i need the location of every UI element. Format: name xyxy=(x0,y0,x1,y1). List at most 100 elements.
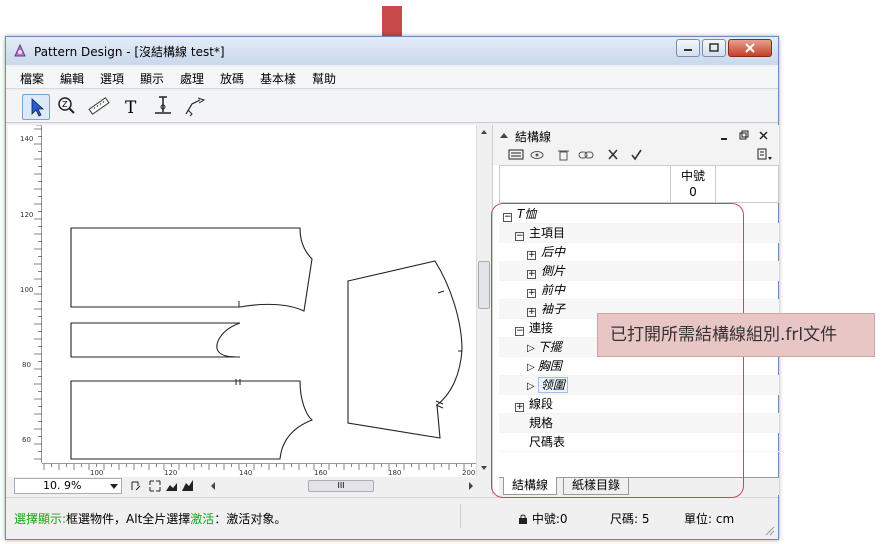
panel-menu-icon[interactable] xyxy=(755,146,775,164)
tree-row[interactable]: ▷ 领圍 xyxy=(499,376,779,395)
menu-view[interactable]: 顯示 xyxy=(140,70,164,87)
menu-options[interactable]: 選項 xyxy=(100,70,124,87)
list-view-icon xyxy=(508,149,524,160)
panel-minimize-icon xyxy=(721,138,727,140)
zoom-select[interactable]: 10. 9% xyxy=(14,478,122,494)
tree-row[interactable]: 尺碼表 xyxy=(499,433,779,452)
expand-icon[interactable]: + xyxy=(515,403,524,412)
scroll-right-icon[interactable] xyxy=(466,477,476,495)
app-icon xyxy=(14,43,26,57)
checkmark-icon xyxy=(631,149,642,161)
trash-icon xyxy=(558,150,569,161)
window-title: Pattern Design - [沒結構線 test*] xyxy=(34,45,225,59)
collapse-up-icon[interactable] xyxy=(499,130,509,140)
pattern-pieces xyxy=(70,227,463,460)
point-tool-icon xyxy=(185,97,206,117)
fullscreen-icon xyxy=(149,480,161,492)
lock-icon xyxy=(519,514,527,524)
resize-grip-icon[interactable] xyxy=(764,525,776,537)
point-tool-button[interactable] xyxy=(182,94,210,120)
select-arrow-icon xyxy=(31,98,45,117)
horizontal-ruler: 100 120 140 160 180 200 xyxy=(42,463,476,477)
zoom-icon: Z xyxy=(58,97,75,114)
tree-item-label: 連接 xyxy=(529,321,554,335)
tree-row[interactable]: + 后中 xyxy=(499,243,779,262)
maximize-icon xyxy=(709,43,719,52)
tree-row[interactable]: 規格 xyxy=(499,414,779,433)
text-tool-button[interactable]: T xyxy=(118,94,146,120)
pattern-piece-sleeve xyxy=(347,260,463,439)
tab-structure-lines[interactable]: 結構線 xyxy=(503,477,558,495)
svg-text:Z: Z xyxy=(62,100,68,109)
menu-process[interactable]: 處理 xyxy=(180,70,204,87)
horizontal-scroll-thumb[interactable]: III xyxy=(308,480,374,492)
status-hint: 選擇顯示:框選物件，Alt全片選擇激活：激活对象。 xyxy=(14,510,286,527)
panel-toolbar xyxy=(493,145,779,165)
title-bar: Pattern Design - [沒結構線 test*] xyxy=(6,37,778,65)
tree-row[interactable]: + 側片 xyxy=(499,262,779,281)
hruler-label-200: 200 xyxy=(462,469,476,477)
hruler-label-160: 160 xyxy=(314,469,328,477)
canvas-vertical-scrollbar[interactable] xyxy=(476,125,490,477)
expand-triangle-icon[interactable]: ▷ xyxy=(527,358,535,377)
collapse-icon[interactable]: − xyxy=(515,232,524,241)
menu-file[interactable]: 檔案 xyxy=(20,70,44,87)
status-sizes: 尺碼: 5 xyxy=(610,512,650,526)
hruler-label-100: 100 xyxy=(90,469,104,477)
panel-title: 結構線 xyxy=(515,130,552,144)
scroll-left-icon[interactable] xyxy=(208,477,218,495)
tree-row[interactable]: − 主項目 xyxy=(499,224,779,243)
pattern-piece-back xyxy=(70,227,313,312)
vertical-scroll-thumb[interactable] xyxy=(478,261,490,309)
panel-tool-icons xyxy=(508,149,642,161)
expand-triangle-icon[interactable]: ▷ xyxy=(527,339,535,358)
panel-restore-icon xyxy=(739,130,749,140)
ruler-icon xyxy=(88,97,110,115)
canvas-bottom-bar: 10. 9% III xyxy=(8,477,476,495)
collapse-icon[interactable]: − xyxy=(515,327,524,336)
tree-item-label: 下擺 xyxy=(537,340,562,354)
status-hint-activate: 激活 xyxy=(190,512,215,526)
expand-icon[interactable]: + xyxy=(527,289,536,298)
ruler-tool-button[interactable] xyxy=(86,94,114,120)
structure-line-panel: 結構線 中號 0 − T恤 − 主項目 + 后中 + 側片 + 前中 + 袖子 … xyxy=(492,125,779,495)
vruler-label-60: 60 xyxy=(22,436,31,444)
hruler-label-120: 120 xyxy=(164,469,178,477)
tree-row[interactable]: − T恤 xyxy=(499,205,779,224)
menu-grading[interactable]: 放碼 xyxy=(220,70,244,87)
tab-pattern-catalog[interactable]: 紙樣目錄 xyxy=(563,477,630,495)
menu-help[interactable]: 幫助 xyxy=(312,70,336,87)
status-hint-mode: 選擇顯示: xyxy=(14,512,67,526)
scroll-down-icon[interactable] xyxy=(477,463,491,473)
collapse-icon[interactable]: − xyxy=(503,213,512,222)
tree-item-label: 后中 xyxy=(541,245,566,259)
expand-icon[interactable]: + xyxy=(527,308,536,317)
close-button[interactable] xyxy=(728,39,772,57)
status-hint-text-1: 框選物件，Alt全片選擇 xyxy=(66,512,191,526)
tree-row[interactable]: + 前中 xyxy=(499,281,779,300)
tree-item-label: 側片 xyxy=(541,264,566,278)
size-column[interactable]: 中號 0 xyxy=(670,166,716,202)
seam-tool-button[interactable] xyxy=(150,94,178,120)
tree-item-label: 胸围 xyxy=(537,359,562,373)
zoom-tool-button[interactable]: Z xyxy=(54,94,82,120)
expand-triangle-icon[interactable]: ▷ xyxy=(527,377,535,396)
drawing-canvas[interactable]: 140 120 100 80 60 100 120 140 160 180 20… xyxy=(8,124,476,477)
view-buttons xyxy=(131,480,193,492)
seam-tool-icon xyxy=(155,96,171,114)
size-value: 0 xyxy=(689,185,697,199)
tree-row[interactable]: + 線段 xyxy=(499,395,779,414)
minimize-button[interactable] xyxy=(676,39,700,57)
pattern-drawing[interactable] xyxy=(42,125,476,463)
menu-base-pattern[interactable]: 基本樣 xyxy=(260,70,296,87)
expand-icon[interactable]: + xyxy=(527,270,536,279)
pattern-piece-band xyxy=(70,322,241,358)
maximize-button[interactable] xyxy=(702,39,726,57)
menu-edit[interactable]: 編輯 xyxy=(60,70,84,87)
scroll-up-icon[interactable] xyxy=(477,127,491,137)
vruler-label-100: 100 xyxy=(20,286,34,294)
size-column-header: 中號 0 xyxy=(499,165,779,203)
select-tool-button[interactable] xyxy=(22,94,50,120)
expand-icon[interactable]: + xyxy=(527,251,536,260)
tree-row[interactable]: ▷ 胸围 xyxy=(499,357,779,376)
